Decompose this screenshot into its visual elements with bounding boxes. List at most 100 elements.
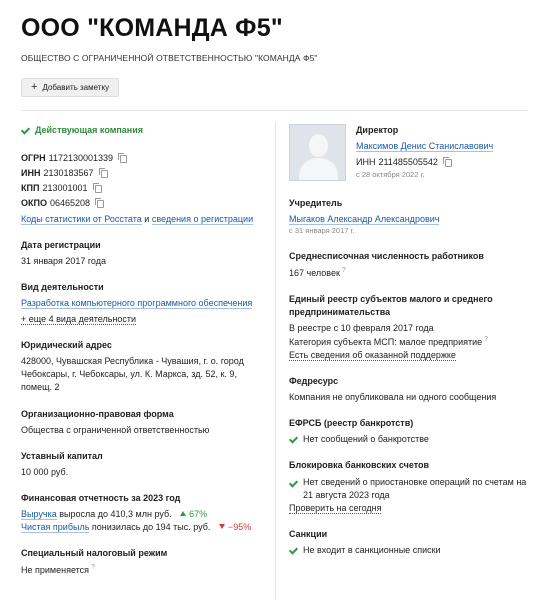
inn-value: 2130183567 — [43, 168, 94, 179]
inn-label: ИНН — [21, 168, 41, 179]
add-note-label: Добавить заметку — [42, 82, 110, 92]
kpp-value: 213001001 — [42, 183, 88, 194]
address-block: Юридический адрес 428000, Чувашская Респ… — [21, 339, 261, 394]
director-inn-value: 211485505542 — [378, 157, 438, 168]
revenue-text: выросла до 410,3 млн руб. — [59, 508, 172, 519]
page-title: ООО "КОМАНДА Ф5" — [21, 14, 283, 42]
director-name-link[interactable]: Максимов Денис Станиславович — [356, 141, 494, 153]
copy-icon[interactable] — [92, 182, 102, 193]
arrow-down-icon — [218, 523, 225, 529]
activity-more-link[interactable]: + еще 4 вида деятельности — [21, 314, 137, 326]
founder-block: Учредитель Мыгаков Александр Александров… — [289, 197, 529, 237]
copy-icon[interactable] — [95, 197, 105, 208]
revenue-line: Выручка выросла до 410,3 млн руб. 67% — [21, 508, 261, 521]
legal-form-block: Организационно-правовая форма Общества с… — [21, 408, 261, 437]
reg-date-value: 31 января 2017 года — [21, 256, 106, 267]
copy-icon[interactable] — [118, 152, 128, 163]
capital-label: Уставный капитал — [21, 450, 103, 461]
plus-icon: + — [31, 81, 38, 93]
blocks-block: Блокировка банковских счетов Нет сведени… — [289, 459, 529, 514]
blocks-check-link[interactable]: Проверить на сегодня — [289, 502, 382, 514]
msp-category: Категория субъекта МСП: малое предприяти… — [289, 337, 483, 348]
sanctions-label: Санкции — [289, 528, 328, 539]
column-divider — [275, 122, 276, 600]
founder-label: Учредитель — [289, 198, 343, 208]
kpp-row: КПП 213001001 — [21, 181, 261, 196]
efrsb-label: ЕФРСБ (реестр банкротств) — [289, 418, 414, 429]
copy-icon[interactable] — [442, 156, 452, 167]
stat-codes-link[interactable]: Коды статистики от Росстата — [21, 214, 142, 226]
revenue-change: 67% — [189, 508, 208, 519]
profit-line: Чистая прибыль понизилась до 194 тыс. ру… — [21, 521, 261, 534]
fedresurs-label: Федресурс — [289, 376, 339, 387]
finance-label: Финансовая отчетность за 2023 год — [21, 492, 181, 503]
director-label: Директор — [356, 125, 399, 135]
efrsb-block: ЕФРСБ (реестр банкротств) Нет сообщений … — [289, 417, 529, 446]
profit-text: понизилась до 194 тыс. руб. — [91, 521, 211, 532]
capital-value: 10 000 руб. — [21, 466, 69, 477]
blocks-value: Нет сведений о приостановке операций по … — [303, 476, 527, 500]
msp-label: Единый реестр субъектов малого и среднег… — [289, 294, 493, 318]
company-full-name: ОБЩЕСТВО С ОГРАНИЧЕННОЙ ОТВЕТСТВЕННОСТЬЮ… — [21, 53, 318, 63]
director-since: с 28 октября 2022 г. — [356, 170, 425, 180]
revenue-link[interactable]: Выручка — [21, 508, 57, 520]
sanctions-block: Санкции Не входит в санкционные списки — [289, 528, 529, 557]
reg-info-link[interactable]: сведения о регистрации — [151, 214, 254, 226]
left-column: Действующая компания ОГРН 1172130001339 … — [21, 124, 261, 577]
question-icon[interactable]: ? — [484, 336, 488, 343]
founder-since: с 31 января 2017 г. — [289, 226, 355, 236]
stat-codes-line: Коды статистики от Росстата и сведения о… — [21, 213, 261, 226]
fedresurs-value: Компания не опубликовала ни одного сообщ… — [289, 392, 497, 403]
okpo-row: ОКПО 06465208 — [21, 196, 261, 211]
finance-block: Финансовая отчетность за 2023 год Выручк… — [21, 492, 261, 534]
ogrn-row: ОГРН 1172130001339 — [21, 151, 261, 166]
add-note-button[interactable]: + Добавить заметку — [21, 78, 120, 97]
blocks-label: Блокировка банковских счетов — [289, 460, 430, 471]
check-icon — [289, 479, 298, 488]
status-badge: Действующая компания — [21, 124, 261, 137]
question-icon[interactable]: ? — [342, 267, 346, 274]
staff-label: Среднесписочная численность работников — [289, 250, 484, 261]
company-card: ООО "КОМАНДА Ф5" ОБЩЕСТВО С ОГРАНИЧЕННОЙ… — [0, 0, 548, 600]
avatar-placeholder — [289, 124, 346, 181]
tax-value: Не применяется — [21, 564, 90, 575]
tax-label: Специальный налоговый режим — [21, 547, 168, 558]
address-value: 428000, Чувашская Республика - Чувашия, … — [21, 356, 244, 393]
status-text: Действующая компания — [35, 125, 144, 135]
activity-block: Вид деятельности Разработка компьютерног… — [21, 281, 261, 326]
reg-date-block: Дата регистрации 31 января 2017 года — [21, 239, 261, 268]
okpo-value: 06465208 — [49, 198, 91, 209]
copy-icon[interactable] — [98, 167, 108, 178]
reg-date-label: Дата регистрации — [21, 240, 101, 251]
right-column: Директор Максимов Денис Станиславович ИН… — [289, 124, 529, 557]
tax-block: Специальный налоговый режим Не применяет… — [21, 547, 261, 577]
staff-block: Среднесписочная численность работников 1… — [289, 250, 529, 280]
kpp-label: КПП — [21, 183, 40, 194]
efrsb-value: Нет сообщений о банкротстве — [303, 434, 429, 445]
arrow-up-icon — [180, 510, 187, 516]
ogrn-label: ОГРН — [21, 153, 46, 164]
profit-link[interactable]: Чистая прибыль — [21, 521, 90, 533]
divider — [21, 110, 527, 111]
question-icon[interactable]: ? — [91, 564, 95, 571]
legal-form-value: Общества с ограниченной ответственностью — [21, 424, 210, 435]
staff-value: 167 человек — [289, 268, 340, 279]
address-label: Юридический адрес — [21, 340, 112, 351]
director-card: Директор Максимов Денис Станиславович ИН… — [289, 124, 529, 181]
msp-support-link[interactable]: Есть сведения об оказанной поддержке — [289, 350, 456, 362]
ogrn-value: 1172130001339 — [48, 153, 114, 164]
check-icon — [289, 435, 298, 444]
conjunction-text: и — [144, 214, 150, 225]
msp-since: В реестре с 10 февраля 2017 года — [289, 323, 434, 334]
inn-row: ИНН 2130183567 — [21, 166, 261, 181]
fedresurs-block: Федресурс Компания не опубликовала ни од… — [289, 375, 529, 404]
activity-link[interactable]: Разработка компьютерного программного об… — [21, 298, 253, 310]
sanctions-value: Не входит в санкционные списки — [303, 544, 441, 555]
founder-name-link[interactable]: Мыгаков Александр Александрович — [289, 214, 440, 226]
check-icon — [21, 126, 30, 135]
capital-block: Уставный капитал 10 000 руб. — [21, 450, 261, 479]
msp-block: Единый реестр субъектов малого и среднег… — [289, 293, 529, 362]
check-icon — [289, 546, 298, 555]
legal-form-label: Организационно-правовая форма — [21, 408, 174, 419]
okpo-label: ОКПО — [21, 198, 47, 209]
